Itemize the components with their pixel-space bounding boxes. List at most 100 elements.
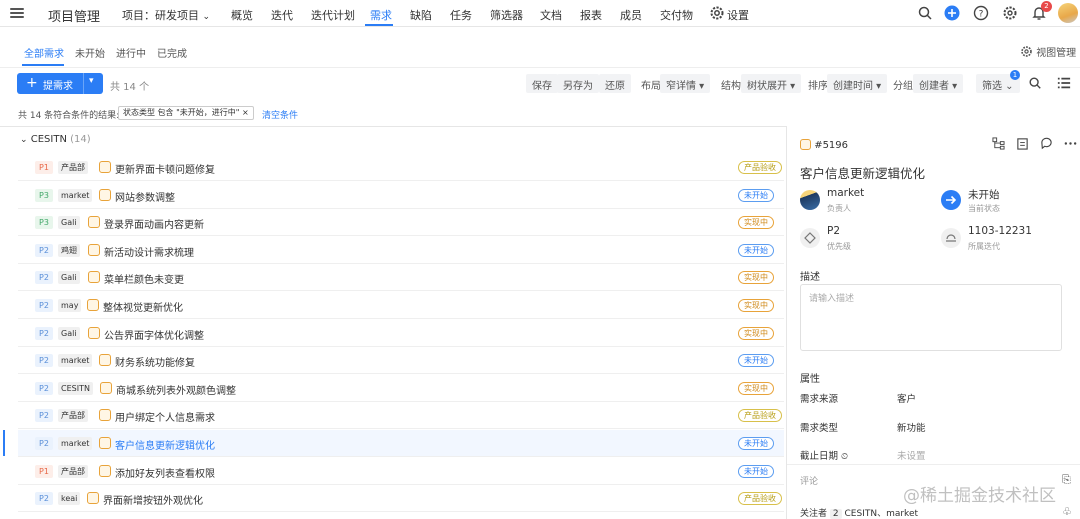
- avatar[interactable]: [1058, 3, 1078, 23]
- table-row[interactable]: P3 market 网站参数调整 未开始: [18, 182, 784, 209]
- status-badge[interactable]: 实现中: [738, 326, 774, 340]
- requirement-title[interactable]: 登录界面动画内容更新: [104, 216, 204, 231]
- requirement-title[interactable]: 财务系统功能修复: [115, 354, 195, 369]
- status-badge[interactable]: 实现中: [738, 299, 774, 312]
- group-select[interactable]: 创建者 ▾: [913, 74, 964, 93]
- nav-requirements[interactable]: 需求: [370, 7, 392, 23]
- assignee-tag[interactable]: 产品部: [58, 161, 88, 174]
- requirement-title[interactable]: 客户信息更新逻辑优化: [115, 437, 215, 452]
- nav-docs[interactable]: 文档: [540, 7, 562, 23]
- save-as-button[interactable]: 另存为: [557, 74, 599, 93]
- nav-deliverables[interactable]: 交付物: [660, 7, 693, 23]
- structure-select[interactable]: 树状展开 ▾: [741, 74, 802, 93]
- prop-source-value[interactable]: 客户: [897, 391, 916, 405]
- owner-value[interactable]: market: [827, 187, 864, 199]
- description-textarea[interactable]: 请输入描述: [800, 284, 1062, 351]
- table-row[interactable]: P2 market 财务系统功能修复 未开始: [18, 347, 784, 375]
- table-row[interactable]: P2 CESITN 商城系统列表外观颜色调整 实现中: [18, 375, 784, 402]
- table-row[interactable]: P2 keai 界面新增按钮外观优化 产品验收: [18, 485, 784, 513]
- requirement-title[interactable]: 公告界面字体优化调整: [104, 327, 204, 342]
- status-badge[interactable]: 产品验收: [738, 161, 782, 174]
- status-badge[interactable]: 产品验收: [738, 492, 782, 506]
- requirement-title[interactable]: 用户绑定个人信息需求: [115, 409, 215, 424]
- tree-icon[interactable]: [992, 137, 1005, 150]
- nav-tasks[interactable]: 任务: [450, 7, 472, 23]
- settings-gear-icon[interactable]: [1002, 5, 1018, 21]
- assignee-tag[interactable]: 产品部: [58, 464, 88, 478]
- requirement-title[interactable]: 新活动设计需求梳理: [104, 244, 194, 259]
- menu-icon[interactable]: [10, 6, 24, 20]
- requirement-title[interactable]: 菜单栏颜色未变更: [104, 271, 184, 286]
- status-badge[interactable]: 未开始: [738, 188, 774, 202]
- nav-overview[interactable]: 概览: [231, 7, 253, 23]
- requirement-title[interactable]: 网站参数调整: [115, 189, 175, 204]
- gear-icon[interactable]: [709, 5, 725, 21]
- status-badge[interactable]: 实现中: [738, 381, 774, 395]
- iteration-value[interactable]: 1103-12231: [968, 225, 1032, 237]
- table-row[interactable]: P3 Gali 登录界面动画内容更新 实现中: [18, 209, 784, 237]
- requirement-title[interactable]: 整体视觉更新优化: [103, 299, 183, 314]
- status-badge[interactable]: 未开始: [738, 354, 774, 368]
- requirement-title[interactable]: 商城系统列表外观颜色调整: [116, 382, 236, 397]
- table-row[interactable]: P2 鸡翅 新活动设计需求梳理 未开始: [18, 237, 784, 264]
- nav-iteration-plan[interactable]: 迭代计划: [311, 7, 355, 23]
- group-header[interactable]: ⌄ CESITN (14): [20, 134, 91, 145]
- search-icon[interactable]: [917, 5, 933, 21]
- filter-chip[interactable]: 状态类型 包含 "未开始，进行中" ×: [118, 106, 254, 120]
- assignee-tag[interactable]: market: [58, 437, 93, 450]
- add-icon[interactable]: [944, 5, 960, 21]
- table-row[interactable]: P2 产品部 用户绑定个人信息需求 产品验收: [18, 402, 784, 430]
- save-button[interactable]: 保存: [526, 74, 558, 93]
- attachment-icon[interactable]: ⎘: [1062, 473, 1071, 487]
- table-row[interactable]: P2 Gali 公告界面字体优化调整 实现中: [18, 320, 784, 347]
- nav-filters[interactable]: 筛选器: [490, 7, 523, 23]
- assignee-tag[interactable]: CESITN: [58, 381, 93, 395]
- nav-defects[interactable]: 缺陷: [410, 7, 432, 23]
- comment-icon[interactable]: [1040, 137, 1053, 150]
- tab-all-requirements[interactable]: 全部需求: [24, 45, 64, 60]
- tab-completed[interactable]: 已完成: [157, 45, 187, 60]
- tab-in-progress[interactable]: 进行中: [116, 45, 146, 60]
- priority-value[interactable]: P2: [827, 225, 840, 237]
- list-view-icon[interactable]: [1057, 76, 1073, 92]
- new-requirement-button[interactable]: + 提需求 ▾: [17, 73, 103, 94]
- layout-select[interactable]: 窄详情 ▾: [660, 74, 711, 93]
- assignee-tag[interactable]: Gali: [58, 216, 80, 230]
- tab-not-started[interactable]: 未开始: [75, 45, 105, 60]
- table-row[interactable]: P1 产品部 添加好友列表查看权限 未开始: [18, 458, 784, 485]
- status-badge[interactable]: 未开始: [738, 437, 774, 450]
- status-badge[interactable]: 未开始: [738, 243, 774, 257]
- requirement-title[interactable]: 添加好友列表查看权限: [115, 465, 215, 480]
- assignee-tag[interactable]: market: [58, 188, 93, 202]
- status-badge[interactable]: 实现中: [738, 271, 774, 285]
- table-row[interactable]: P2 may 整体视觉更新优化 实现中: [18, 292, 784, 319]
- assignee-tag[interactable]: may: [58, 299, 82, 312]
- help-icon[interactable]: ?: [973, 5, 989, 21]
- status-badge[interactable]: 未开始: [738, 464, 774, 478]
- view-manage-button[interactable]: 视图管理: [1020, 44, 1076, 59]
- table-row[interactable]: P1 产品部 更新界面卡顿问题修复 产品验收: [18, 154, 784, 181]
- status-badge[interactable]: 实现中: [738, 216, 774, 230]
- table-row[interactable]: P2 market 客户信息更新逻辑优化 未开始: [18, 430, 784, 457]
- nav-settings[interactable]: 设置: [727, 7, 749, 23]
- requirement-title[interactable]: 更新界面卡顿问题修复: [115, 161, 215, 176]
- comment-input[interactable]: 评论: [800, 474, 818, 487]
- assignee-tag[interactable]: 鸡翅: [58, 243, 80, 257]
- nav-iteration[interactable]: 迭代: [271, 7, 293, 23]
- sort-select[interactable]: 创建时间 ▾: [827, 74, 888, 93]
- copy-icon[interactable]: [1016, 137, 1029, 150]
- follow-icon[interactable]: ♧: [1062, 505, 1072, 518]
- status-badge[interactable]: 产品验收: [738, 409, 782, 423]
- nav-members[interactable]: 成员: [620, 7, 642, 23]
- project-selector[interactable]: 项目：研发项目 ⌄: [122, 7, 210, 23]
- search-icon[interactable]: [1028, 76, 1044, 92]
- restore-button[interactable]: 还原: [599, 74, 631, 93]
- followers[interactable]: 关注者 2 CESITN、market: [800, 506, 918, 519]
- prop-due-value[interactable]: 未设置: [897, 448, 926, 462]
- assignee-tag[interactable]: Gali: [58, 326, 80, 340]
- clear-filter-link[interactable]: 清空条件: [262, 108, 298, 121]
- assignee-tag[interactable]: keai: [58, 492, 81, 506]
- assignee-tag[interactable]: market: [58, 354, 93, 368]
- assignee-tag[interactable]: 产品部: [58, 409, 88, 423]
- nav-reports[interactable]: 报表: [580, 7, 602, 23]
